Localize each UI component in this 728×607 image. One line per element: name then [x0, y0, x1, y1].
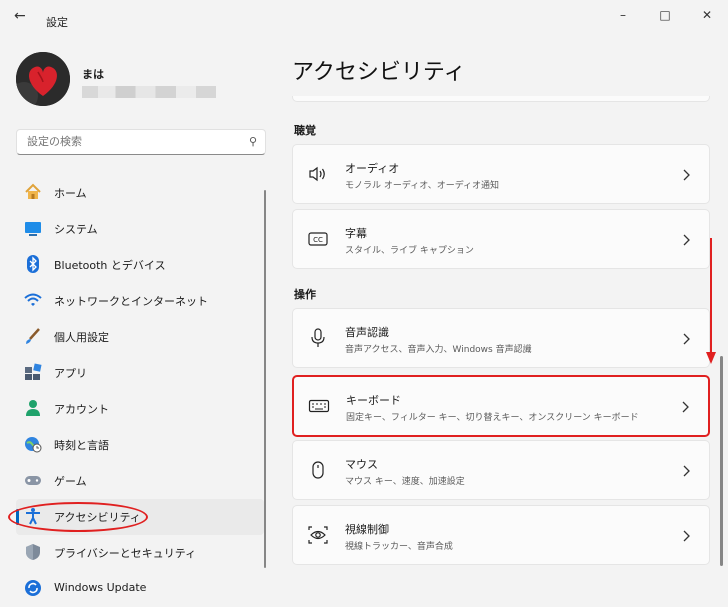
back-arrow-icon[interactable]: ← — [14, 8, 26, 24]
chevron-right-icon — [681, 167, 691, 181]
speaker-icon — [307, 163, 329, 185]
card-subtitle: スタイル、ライブ キャプション — [345, 246, 474, 256]
home-icon — [24, 183, 42, 201]
title-bar: ← 設定 – □ ✕ — [0, 0, 728, 40]
bluetooth-icon — [24, 255, 42, 273]
chevron-right-icon — [681, 331, 691, 345]
sidebar-item-label: 個人用設定 — [54, 331, 109, 344]
account-icon — [24, 399, 42, 417]
system-icon — [24, 219, 42, 237]
search-input[interactable] — [25, 134, 229, 149]
card-mouse[interactable]: マウス マウス キー、速度、加速設定 — [292, 440, 710, 500]
card-title: 視線制御 — [345, 523, 389, 536]
globe-clock-icon — [24, 435, 42, 453]
card-title: 音声認識 — [345, 326, 389, 339]
selection-indicator — [16, 509, 19, 525]
card-subtitle: モノラル オーディオ、オーディオ通知 — [345, 181, 500, 191]
microphone-icon — [307, 327, 329, 349]
sidebar-item-bluetooth[interactable]: Bluetooth とデバイス — [16, 247, 264, 283]
svg-text:CC: CC — [313, 236, 323, 244]
sidebar-item-label: アクセシビリティ — [54, 511, 141, 524]
sidebar-item-label: ネットワークとインターネット — [54, 295, 208, 308]
update-icon — [24, 579, 42, 597]
sidebar-item-privacy[interactable]: プライバシーとセキュリティ — [16, 535, 264, 571]
card-subtitle: 固定キー、フィルター キー、切り替えキー、オンスクリーン キーボード — [346, 413, 639, 423]
card-title: キーボード — [346, 394, 401, 407]
section-heading-hearing: 聴覚 — [294, 124, 316, 137]
settings-card-partial[interactable] — [292, 96, 710, 102]
sidebar-scrollbar[interactable] — [264, 190, 266, 568]
card-audio[interactable]: オーディオ モノラル オーディオ、オーディオ通知 — [292, 144, 710, 204]
sidebar-item-gaming[interactable]: ゲーム — [16, 463, 264, 499]
page-title: アクセシビリティ — [292, 60, 466, 85]
card-title: オーディオ — [345, 162, 400, 175]
card-title: マウス — [345, 458, 378, 471]
sidebar-item-label: システム — [54, 223, 98, 236]
wifi-icon — [24, 291, 42, 309]
card-subtitle: 視線トラッカー、音声合成 — [345, 542, 453, 552]
section-heading-interaction: 操作 — [294, 288, 316, 301]
sidebar-item-label: ゲーム — [54, 475, 87, 488]
sidebar-item-label: Bluetooth とデバイス — [54, 259, 166, 272]
sidebar-item-system[interactable]: システム — [16, 211, 264, 247]
sidebar-item-label: ホーム — [54, 187, 87, 200]
sidebar-item-label: アカウント — [54, 403, 109, 416]
maximize-button[interactable]: □ — [650, 8, 680, 26]
card-speech[interactable]: 音声認識 音声アクセス、音声入力、Windows 音声認識 — [292, 308, 710, 368]
card-title: 字幕 — [345, 227, 367, 240]
sidebar-item-label: 時刻と言語 — [54, 439, 109, 452]
user-email-redacted — [82, 86, 216, 98]
main-scrollbar[interactable] — [720, 356, 723, 566]
shield-icon — [24, 543, 42, 561]
chevron-right-icon — [681, 232, 691, 246]
settings-search[interactable]: ⚲ — [16, 129, 266, 155]
sidebar-nav: ホーム システム Bluetooth とデバイス ネットワークとインターネット … — [16, 175, 264, 607]
sidebar-item-personalization[interactable]: 個人用設定 — [16, 319, 264, 355]
sidebar-item-time-language[interactable]: 時刻と言語 — [16, 427, 264, 463]
accessibility-icon — [24, 507, 42, 525]
cc-icon: CC — [307, 228, 329, 250]
card-eye-control[interactable]: 視線制御 視線トラッカー、音声合成 — [292, 505, 710, 565]
app-title: 設定 — [46, 16, 68, 29]
gamepad-icon — [24, 471, 42, 489]
minimize-button[interactable]: – — [608, 8, 638, 26]
chevron-right-icon — [681, 528, 691, 542]
sidebar-item-label: アプリ — [54, 367, 87, 380]
sidebar-item-label: Windows Update — [54, 581, 147, 594]
annotation-arrow — [706, 238, 716, 364]
keyboard-icon — [308, 395, 330, 417]
eye-control-icon — [307, 524, 329, 546]
search-icon: ⚲ — [248, 135, 257, 148]
sidebar-item-accessibility[interactable]: アクセシビリティ — [16, 499, 264, 535]
chevron-right-icon — [681, 463, 691, 477]
sidebar-item-home[interactable]: ホーム — [16, 175, 264, 211]
card-subtitle: 音声アクセス、音声入力、Windows 音声認識 — [345, 345, 532, 355]
card-keyboard[interactable]: キーボード 固定キー、フィルター キー、切り替えキー、オンスクリーン キーボード — [292, 375, 710, 437]
chevron-right-icon — [680, 399, 690, 413]
brush-icon — [24, 327, 42, 345]
sidebar-item-network[interactable]: ネットワークとインターネット — [16, 283, 264, 319]
mouse-icon — [307, 459, 329, 481]
card-captions[interactable]: CC 字幕 スタイル、ライブ キャプション — [292, 209, 710, 269]
apps-icon — [24, 363, 42, 381]
sidebar-item-accounts[interactable]: アカウント — [16, 391, 264, 427]
sidebar-item-label: プライバシーとセキュリティ — [54, 547, 197, 560]
close-button[interactable]: ✕ — [692, 8, 722, 26]
user-name: まは — [82, 68, 104, 81]
content-area: 聴覚 オーディオ モノラル オーディオ、オーディオ通知 CC 字幕 スタイル、ラ… — [292, 96, 710, 602]
sidebar-item-apps[interactable]: アプリ — [16, 355, 264, 391]
avatar[interactable] — [16, 52, 70, 106]
card-subtitle: マウス キー、速度、加速設定 — [345, 477, 465, 487]
